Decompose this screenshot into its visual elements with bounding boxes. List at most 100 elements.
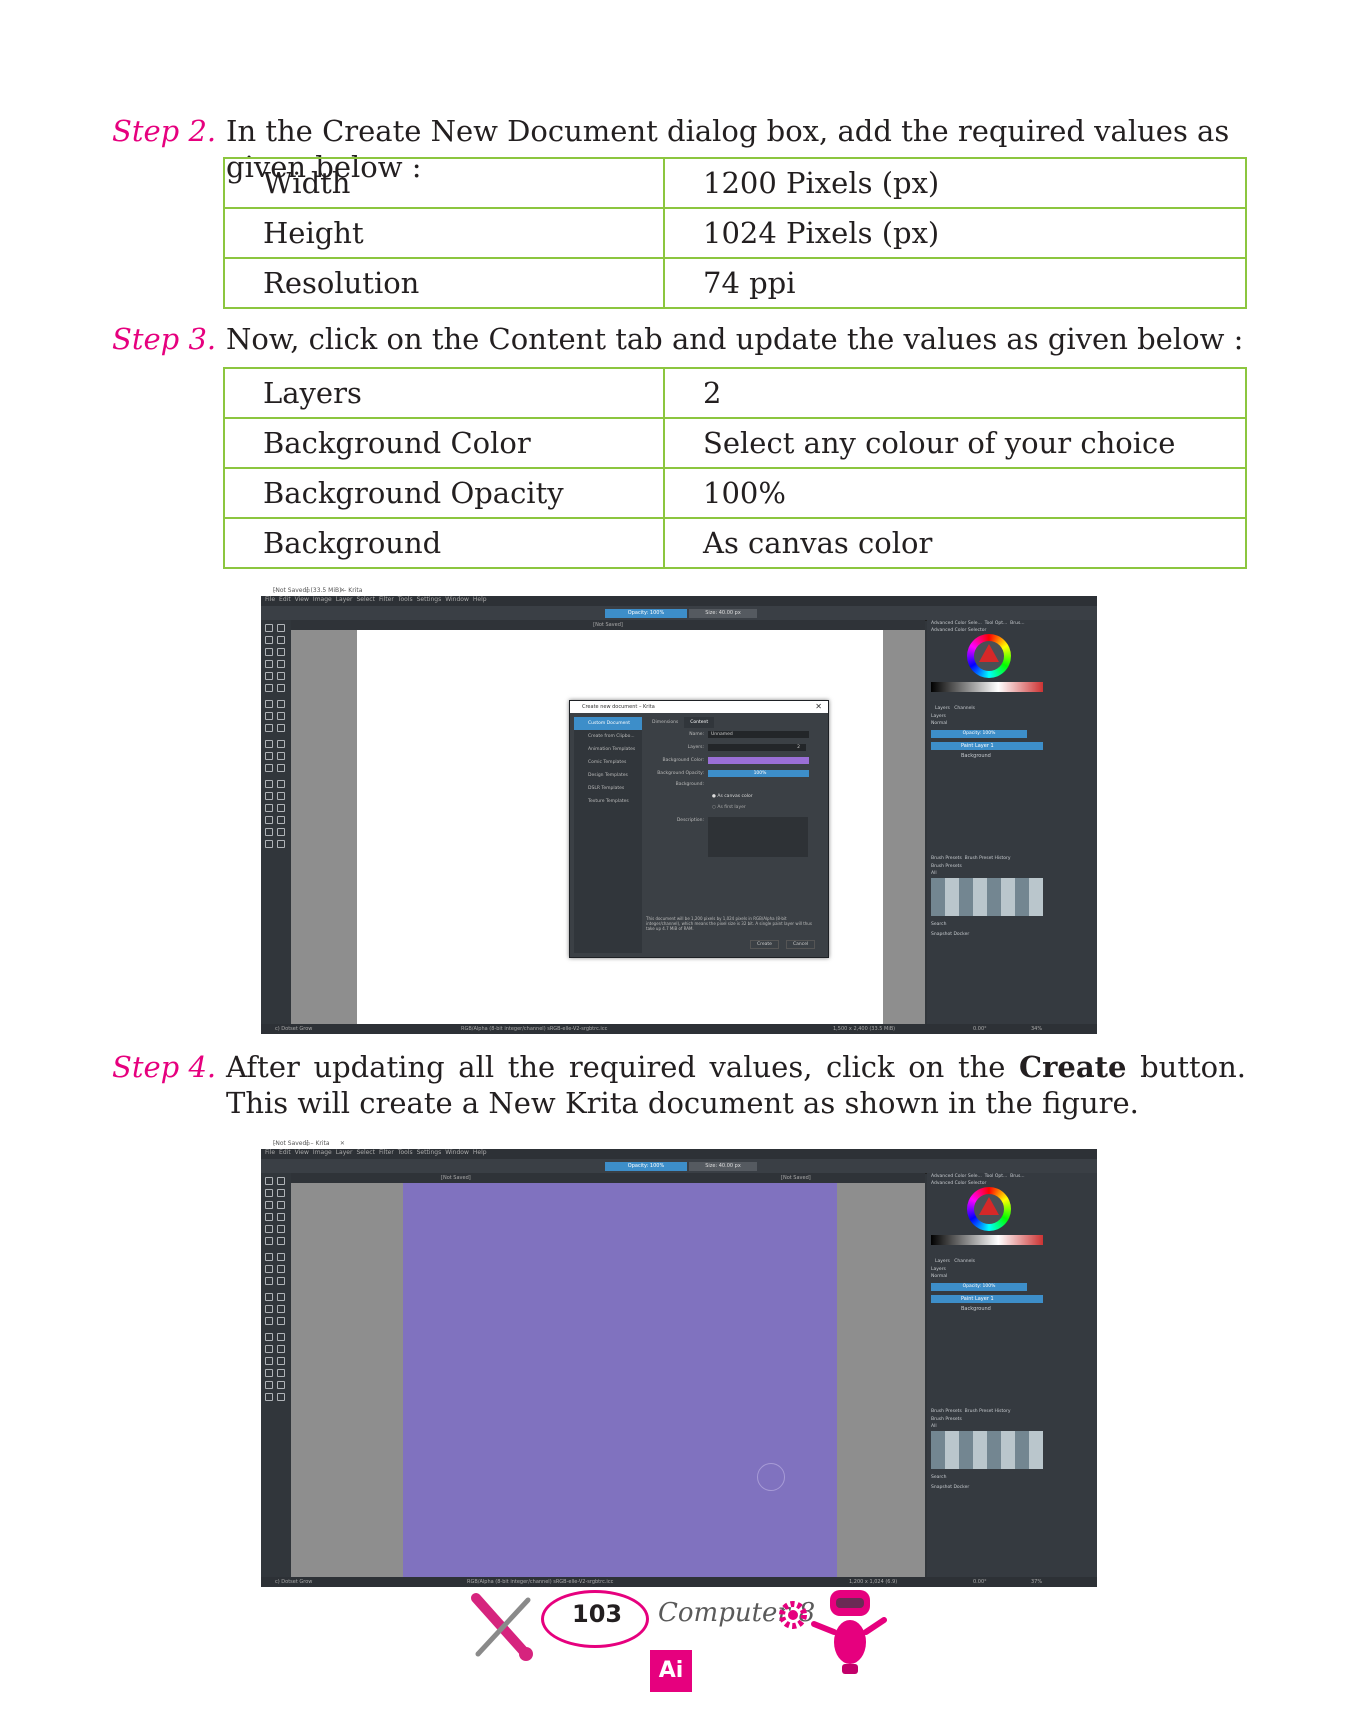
tool-icon[interactable] [277,684,285,692]
tool-icon[interactable] [265,1213,273,1221]
blend-mode-select[interactable]: Normal [931,721,947,726]
tool-icon[interactable] [265,840,273,848]
tool-icon[interactable] [265,712,273,720]
document-tab[interactable]: [Not Saved] [291,620,925,630]
opacity-slider[interactable]: Opacity: 100% [605,609,687,618]
tool-icon[interactable] [265,1381,273,1389]
window-controls[interactable]: – ▫ ✕ [273,587,1091,594]
color-triangle[interactable] [979,1197,999,1215]
menu-image[interactable]: Image [313,596,332,603]
description-textarea[interactable] [708,817,808,857]
tab-channels[interactable]: Channels [954,1259,975,1264]
tab-brush-presets[interactable]: Brush Presets [931,856,962,861]
bg-color-button[interactable] [708,757,809,764]
menu-layer[interactable]: Layer [336,1149,353,1156]
color-gradient[interactable] [931,1235,1043,1245]
layer-row[interactable]: Paint Layer 1 [931,1295,1043,1303]
tool-icon[interactable] [265,828,273,836]
brush-search[interactable]: Search [931,922,946,927]
tool-icon[interactable] [265,724,273,732]
tool-icon[interactable] [277,1293,285,1301]
brush-preset-grid[interactable] [931,1431,1043,1469]
tool-icon[interactable] [277,792,285,800]
tool-icon[interactable] [277,700,285,708]
size-slider[interactable]: Size: 40.00 px [689,609,757,618]
radio-first-layer[interactable]: ○ As first layer [712,804,746,812]
tool-icon[interactable] [265,624,273,632]
tool-icon[interactable] [265,1277,273,1285]
tool-icon[interactable] [277,1381,285,1389]
menu-help[interactable]: Help [473,596,487,603]
tool-icon[interactable] [265,1357,273,1365]
tool-icon[interactable] [277,764,285,772]
tool-icon[interactable] [277,1225,285,1233]
tab-advanced-color[interactable]: Advanced Color Sele... [931,1174,982,1179]
brush-filter-select[interactable]: All [931,871,937,876]
layer-row[interactable]: Background [931,1305,1043,1313]
tool-icon[interactable] [265,1237,273,1245]
layer-opacity-slider[interactable]: Opacity: 100% [931,1283,1027,1291]
tool-icon[interactable] [277,752,285,760]
sidebar-item-texture[interactable]: Texture Templates [574,795,642,808]
menu-file[interactable]: File [265,596,275,603]
tab-tool-options[interactable]: Tool Opt... [985,621,1008,626]
name-input[interactable]: Unnamed [708,731,809,738]
tool-icon[interactable] [265,764,273,772]
sidebar-item-comic[interactable]: Comic Templates [574,756,642,769]
tool-icon[interactable] [277,1213,285,1221]
tool-icon[interactable] [277,1201,285,1209]
sidebar-item-design[interactable]: Design Templates [574,769,642,782]
tool-icon[interactable] [265,752,273,760]
tool-icon[interactable] [277,816,285,824]
tool-icon[interactable] [277,1393,285,1401]
sidebar-item-custom-document[interactable]: Custom Document [574,717,642,730]
tool-icon[interactable] [265,1265,273,1273]
color-gradient[interactable] [931,682,1043,692]
menu-window[interactable]: Window [445,596,469,603]
tool-icon[interactable] [277,724,285,732]
tab-tool-options[interactable]: Tool Opt... [985,1174,1008,1179]
menu-edit[interactable]: Edit [279,596,291,603]
sidebar-item-clipboard[interactable]: Create from Clipbo... [574,730,642,743]
menu-select[interactable]: Select [356,596,375,603]
tool-icon[interactable] [265,672,273,680]
tool-icon[interactable] [277,804,285,812]
tool-icon[interactable] [277,1277,285,1285]
tab-advanced-color[interactable]: Advanced Color Sele... [931,621,982,626]
menu-layer[interactable]: Layer [336,596,353,603]
brush-preset-grid[interactable] [931,878,1043,916]
tool-icon[interactable] [277,1369,285,1377]
tab-dimensions[interactable]: Dimensions [646,717,684,728]
cancel-button[interactable]: Cancel [786,940,816,949]
tool-icon[interactable] [265,1225,273,1233]
tool-icon[interactable] [277,1177,285,1185]
layers-spinbox[interactable]: 2 [708,744,806,751]
tool-icon[interactable] [277,1317,285,1325]
tool-icon[interactable] [265,1201,273,1209]
tool-icon[interactable] [277,648,285,656]
menu-help[interactable]: Help [473,1149,487,1156]
tool-icon[interactable] [265,636,273,644]
layer-row[interactable]: Paint Layer 1 [931,742,1043,750]
tab-brush-history[interactable]: Brush Preset History [965,1409,1011,1414]
menu-tools[interactable]: Tools [398,1149,413,1156]
tool-icon[interactable] [265,1393,273,1401]
close-icon[interactable]: ✕ [815,701,822,713]
document-tab[interactable]: [Not Saved] [441,1173,471,1183]
brush-search[interactable]: Search [931,1475,946,1480]
document-tab[interactable]: [Not Saved] [781,1173,811,1183]
tool-icon[interactable] [265,816,273,824]
menu-settings[interactable]: Settings [417,596,442,603]
tool-icon[interactable] [265,660,273,668]
radio-canvas-color[interactable]: ● As canvas color [712,793,753,801]
tool-icon[interactable] [265,740,273,748]
tool-icon[interactable] [265,780,273,788]
tool-icon[interactable] [277,636,285,644]
tool-icon[interactable] [277,1253,285,1261]
create-button[interactable]: Create [750,940,779,949]
tool-icon[interactable] [265,804,273,812]
tool-icon[interactable] [277,1189,285,1197]
tool-icon[interactable] [277,1345,285,1353]
window-controls[interactable]: – ▫ ✕ [273,1140,1091,1147]
tool-icon[interactable] [265,792,273,800]
